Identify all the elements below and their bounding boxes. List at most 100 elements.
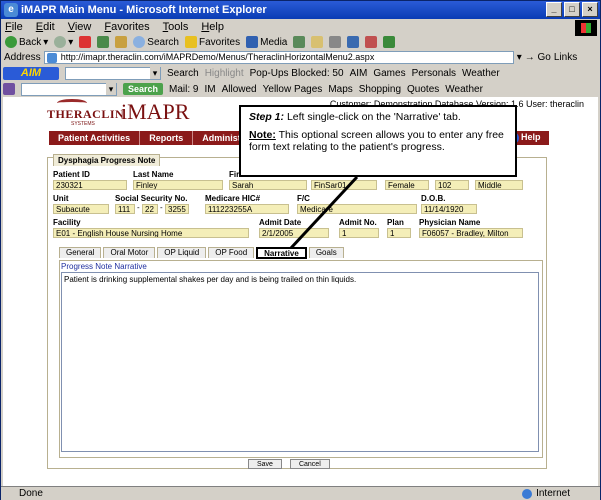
- discuss-icon[interactable]: [365, 36, 378, 48]
- aim-logo[interactable]: AIM: [3, 66, 59, 80]
- refresh-icon[interactable]: [97, 36, 110, 48]
- physician-field[interactable]: F06057 - Bradley, Milton: [419, 228, 523, 238]
- plan-field[interactable]: 1: [387, 228, 411, 238]
- yellow-pages-button[interactable]: Yellow Pages: [263, 84, 323, 95]
- status-text: Done: [19, 488, 43, 499]
- theraclin-logo: THERACLIN SYSTEMS iMAPR: [47, 99, 190, 127]
- patient-id-field[interactable]: 230321: [53, 180, 127, 190]
- menu-favorites[interactable]: Favorites: [104, 21, 149, 33]
- narrative-textarea[interactable]: Patient is drinking supplemental shakes …: [61, 272, 539, 452]
- nav-patient-activities[interactable]: Patient Activities: [49, 131, 141, 145]
- quotes-button[interactable]: Quotes: [407, 84, 439, 95]
- room-field[interactable]: 102: [435, 180, 469, 190]
- search-button[interactable]: Search: [133, 36, 179, 48]
- personals-button[interactable]: Personals: [412, 68, 456, 79]
- standard-toolbar: Back ▾ ▾ Search Favorites Media: [1, 35, 600, 49]
- tab-op-food[interactable]: OP Food: [208, 247, 255, 258]
- dropdown-arrow-icon[interactable]: ▾: [517, 52, 522, 63]
- toolbar-search-button[interactable]: Search: [123, 83, 164, 95]
- maximize-button[interactable]: □: [564, 2, 580, 17]
- menu-tools[interactable]: Tools: [163, 21, 189, 33]
- menu-view[interactable]: View: [68, 21, 92, 33]
- address-input[interactable]: http://imapr.theraclin.com/iMAPRDemo/Men…: [43, 50, 514, 64]
- shopping-button[interactable]: Shopping: [359, 84, 401, 95]
- favorites-button[interactable]: Favorites: [184, 36, 240, 48]
- toolbar-logo-icon[interactable]: [3, 83, 15, 95]
- admit-date-field[interactable]: 2/1/2005: [259, 228, 329, 238]
- aim-button[interactable]: AIM: [350, 68, 368, 79]
- ssn-field-3[interactable]: 3255: [165, 204, 189, 214]
- medicare-field[interactable]: 111223255A: [205, 204, 289, 214]
- edit-icon[interactable]: [347, 36, 360, 48]
- mrn-field[interactable]: FinSar01: [311, 180, 377, 190]
- dob-label: D.O.B.: [421, 194, 446, 203]
- toolbar-search-input[interactable]: [21, 82, 117, 96]
- tab-general[interactable]: General: [59, 247, 102, 258]
- media-icon: [246, 36, 259, 48]
- games-button[interactable]: Games: [373, 68, 405, 79]
- go-button[interactable]: → Go: [525, 52, 551, 63]
- ssn-dash-2: -: [160, 203, 163, 212]
- medicare-label: Medicare HIC#: [205, 194, 261, 203]
- windows-logo-icon: [575, 20, 597, 36]
- last-name-field[interactable]: Finley: [133, 180, 223, 190]
- menu-help[interactable]: Help: [201, 21, 224, 33]
- highlight-button[interactable]: Highlight: [205, 68, 244, 79]
- links-button[interactable]: Links: [554, 52, 577, 63]
- tab-narrative[interactable]: Narrative: [256, 247, 307, 259]
- nav-reports[interactable]: Reports: [140, 131, 194, 145]
- weather-button[interactable]: Weather: [462, 68, 500, 79]
- weather2-button[interactable]: Weather: [445, 84, 483, 95]
- ssn-field-1[interactable]: 111: [115, 204, 135, 214]
- help-link[interactable]: Help: [521, 132, 541, 142]
- admit-no-label: Admit No.: [339, 218, 377, 227]
- history-icon[interactable]: [293, 36, 306, 48]
- ssn-field-2[interactable]: 22: [142, 204, 158, 214]
- home-icon[interactable]: [115, 36, 128, 48]
- yahoo-toolbar: Search Mail: 9 IM Allowed Yellow Pages M…: [1, 81, 600, 97]
- aim-search-input[interactable]: [65, 66, 161, 80]
- tab-goals[interactable]: Goals: [308, 247, 344, 258]
- first-name-field[interactable]: Sarah: [229, 180, 307, 190]
- unit-field[interactable]: Subacute: [53, 204, 109, 214]
- forward-button[interactable]: ▾: [54, 36, 73, 48]
- dob-field[interactable]: 11/14/1920: [421, 204, 477, 214]
- note-subtabs: General Oral Motor OP Liquid OP Food Nar…: [59, 247, 344, 259]
- back-button[interactable]: Back ▾: [5, 36, 48, 48]
- menu-bar: File Edit View Favorites Tools Help: [1, 19, 600, 35]
- address-bar: Address http://imapr.theraclin.com/iMAPR…: [1, 49, 600, 65]
- menu-edit[interactable]: Edit: [36, 21, 55, 33]
- gender-field[interactable]: Female: [385, 180, 429, 190]
- allowed-button[interactable]: Allowed: [222, 84, 257, 95]
- window-title: iMAPR Main Menu - Microsoft Internet Exp…: [21, 4, 267, 16]
- form-buttons: Save Cancel: [248, 459, 330, 469]
- minimize-button[interactable]: _: [546, 2, 562, 17]
- note-header: Progress Note Narrative: [61, 262, 147, 271]
- popups-blocked[interactable]: Pop-Ups Blocked: 50: [250, 68, 344, 79]
- form-tab-dysphagia[interactable]: Dysphagia Progress Note: [53, 154, 161, 166]
- im-button[interactable]: IM: [204, 84, 215, 95]
- aim-search-button[interactable]: Search: [167, 68, 199, 79]
- media-button[interactable]: Media: [246, 36, 287, 48]
- menu-file[interactable]: File: [5, 21, 23, 33]
- maps-button[interactable]: Maps: [328, 84, 352, 95]
- close-button[interactable]: ×: [582, 2, 598, 17]
- forward-arrow-icon: [54, 36, 67, 48]
- admit-no-field[interactable]: 1: [339, 228, 379, 238]
- facility-field[interactable]: E01 - English House Nursing Home: [53, 228, 249, 238]
- tab-op-liquid[interactable]: OP Liquid: [157, 247, 207, 258]
- patient-id-label: Patient ID: [53, 170, 90, 179]
- internet-zone: Internet: [522, 487, 570, 500]
- fc-field[interactable]: Medicare: [297, 204, 417, 214]
- save-button[interactable]: Save: [248, 459, 282, 469]
- back-arrow-icon: [5, 36, 17, 48]
- stop-icon[interactable]: [79, 36, 92, 48]
- ssn-dash-1: -: [137, 203, 140, 212]
- mail-button[interactable]: Mail: 9: [169, 84, 198, 95]
- mail-icon[interactable]: [311, 36, 324, 48]
- bed-field[interactable]: Middle: [475, 180, 523, 190]
- print-icon[interactable]: [329, 36, 342, 48]
- messenger-icon[interactable]: [383, 36, 396, 48]
- cancel-button[interactable]: Cancel: [289, 459, 330, 469]
- tab-oral-motor[interactable]: Oral Motor: [103, 247, 156, 258]
